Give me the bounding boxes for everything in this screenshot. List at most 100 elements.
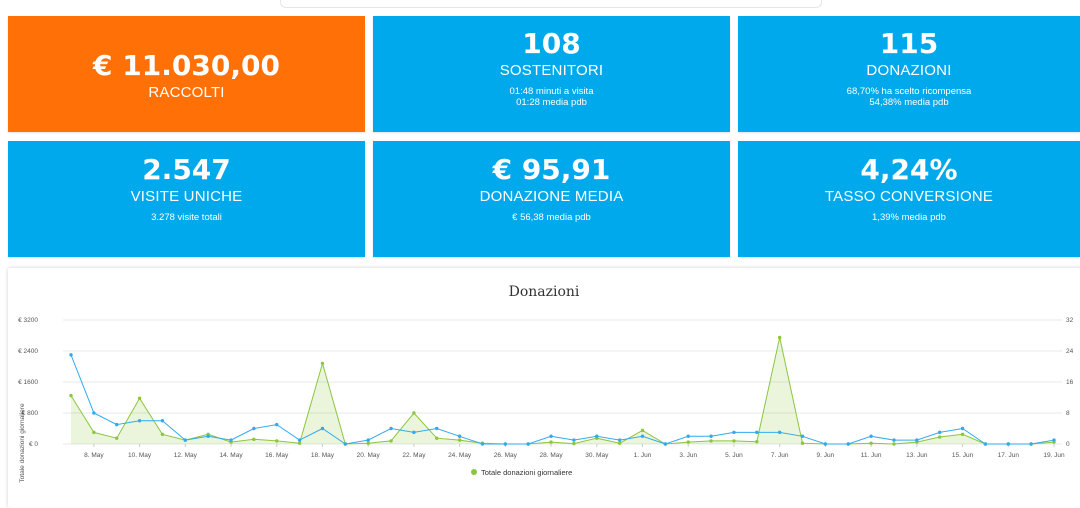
- blue-series-point: [160, 419, 165, 423]
- y-tick-label: € 3200: [18, 317, 38, 324]
- green-series-point: [92, 430, 96, 435]
- card-value: 115: [879, 27, 939, 60]
- card-label: TASSO CONVERSIONE: [824, 188, 994, 205]
- blue-series-point: [892, 438, 896, 442]
- green-series-point: [115, 436, 119, 440]
- card-visite-uniche: 2.547 VISITE UNICHE 3.278 visite totali: [8, 141, 365, 257]
- x-tick-label: 15. Jun: [952, 452, 974, 459]
- blue-series-point: [640, 434, 645, 438]
- blue-series-point: [183, 438, 188, 442]
- y-tick-label: € 2400: [18, 348, 38, 355]
- blue-series-point: [412, 430, 416, 435]
- card-sub: 68,70% ha scelto ricompensa: [846, 86, 972, 97]
- x-tick-label: 1. Jun: [634, 452, 652, 459]
- x-tick-label: 28. May: [540, 452, 564, 459]
- blue-series-point: [709, 434, 713, 438]
- donations-chart-panel: Donazioni € 0 € 800 € 1600 € 2400 € 3200 081…: [8, 268, 1080, 508]
- card-sub: 3.278 visite totali: [151, 212, 222, 223]
- green-series-point: [457, 438, 462, 442]
- blue-series-point: [732, 430, 736, 435]
- blue-series-point: [526, 442, 530, 446]
- blue-series-point: [572, 438, 576, 442]
- green-series-point: [320, 361, 325, 366]
- x-tick-label: 8. May: [84, 452, 104, 459]
- green-series-point: [732, 439, 736, 443]
- green-series-point: [549, 440, 553, 444]
- card-sub: € 56,38 media pdb: [512, 212, 591, 223]
- green-series-point: [572, 441, 576, 446]
- green-series-point: [709, 439, 713, 443]
- y-axis-title: Totale donazioni giornaliere: [19, 403, 26, 483]
- green-series-point: [892, 442, 896, 446]
- x-tick-label: 3. Jun: [679, 452, 697, 459]
- y2-tick-label: 16: [1066, 379, 1074, 386]
- blue-series-point: [457, 434, 462, 438]
- card-value: 108: [522, 27, 581, 60]
- green-series-point: [640, 428, 645, 433]
- blue-series-point: [960, 426, 965, 431]
- blue-series-point: [663, 442, 668, 446]
- blue-series-point: [206, 434, 210, 438]
- green-series-point: [960, 432, 965, 437]
- card-value: € 11.030,00: [93, 49, 280, 82]
- donations-chart: € 0€ 800€ 1600€ 2400€ 3200 08162432 8. M…: [18, 317, 1074, 483]
- blue-series-point: [823, 442, 828, 446]
- blue-series-point: [937, 430, 942, 435]
- blue-series-point: [983, 442, 988, 446]
- x-tick-label: 11. Jun: [861, 452, 882, 459]
- blue-series-point: [252, 426, 256, 431]
- green-series-point: [800, 441, 805, 445]
- blue-series-point: [435, 426, 439, 431]
- blue-series-point: [869, 434, 873, 438]
- green-series-area: [71, 337, 1054, 444]
- x-tick-label: 12. May: [174, 452, 198, 459]
- green-series-point: [755, 439, 759, 444]
- green-series-point: [366, 441, 370, 445]
- green-series-point: [435, 436, 439, 440]
- x-tick-label: 30. May: [585, 452, 609, 459]
- green-series-point: [137, 396, 142, 400]
- card-label: RACCOLTI: [148, 84, 225, 101]
- blue-series-point: [915, 438, 919, 442]
- card-sub: 01:48 minuti a visita: [509, 86, 594, 97]
- card-value: 4,24%: [860, 153, 958, 186]
- y2-tick-label: 0: [1066, 441, 1070, 448]
- blue-series-point: [297, 438, 302, 442]
- blue-series-point: [320, 426, 325, 431]
- blue-series-point: [595, 434, 599, 438]
- blue-series-point: [1029, 442, 1033, 446]
- card-sostenitori: 108 SOSTENITORI 01:48 minuti a visita 01…: [373, 16, 730, 132]
- card-donazione-media: € 95,91 DONAZIONE MEDIA € 56,38 media pd…: [373, 141, 730, 257]
- blue-series-point: [617, 438, 622, 442]
- x-tick-label: 5. Jun: [725, 452, 743, 459]
- blue-series-point: [846, 442, 850, 446]
- blue-series-point: [480, 442, 485, 446]
- legend-marker: [471, 469, 477, 475]
- blue-series-point: [137, 419, 142, 423]
- blue-series-point: [503, 442, 508, 446]
- card-sub: 1,39% media pdb: [872, 212, 946, 223]
- x-tick-label: 16. May: [265, 452, 289, 459]
- card-sub: 54,38% media pdb: [869, 97, 949, 108]
- blue-series-line: [70, 354, 1055, 445]
- x-tick-label: 20. May: [357, 452, 381, 459]
- blue-series-point: [755, 430, 759, 435]
- blue-series-point: [389, 426, 393, 431]
- blue-series-point: [92, 411, 96, 415]
- x-tick-label: 26. May: [494, 452, 518, 459]
- blue-series-point: [549, 434, 553, 438]
- x-tick-label: 22. May: [402, 452, 426, 459]
- card-label: DONAZIONE MEDIA: [479, 188, 624, 205]
- x-tick-label: 18. May: [311, 452, 335, 459]
- x-tick-label: 13. Jun: [906, 452, 928, 459]
- y2-tick-label: 8: [1066, 410, 1070, 417]
- green-series-point: [275, 439, 279, 443]
- card-raccolti: € 11.030,00 RACCOLTI: [8, 16, 365, 132]
- card-tasso-conversione: 4,24% TASSO CONVERSIONE 1,39% media pdb: [738, 141, 1080, 257]
- card-label: DONAZIONI: [866, 62, 952, 79]
- card-value: 2.547: [142, 153, 231, 186]
- x-tick-label: 19. Jun: [1043, 452, 1065, 459]
- green-series-point: [777, 335, 782, 340]
- x-tick-label: 10. May: [128, 452, 152, 459]
- green-series-point: [617, 441, 622, 445]
